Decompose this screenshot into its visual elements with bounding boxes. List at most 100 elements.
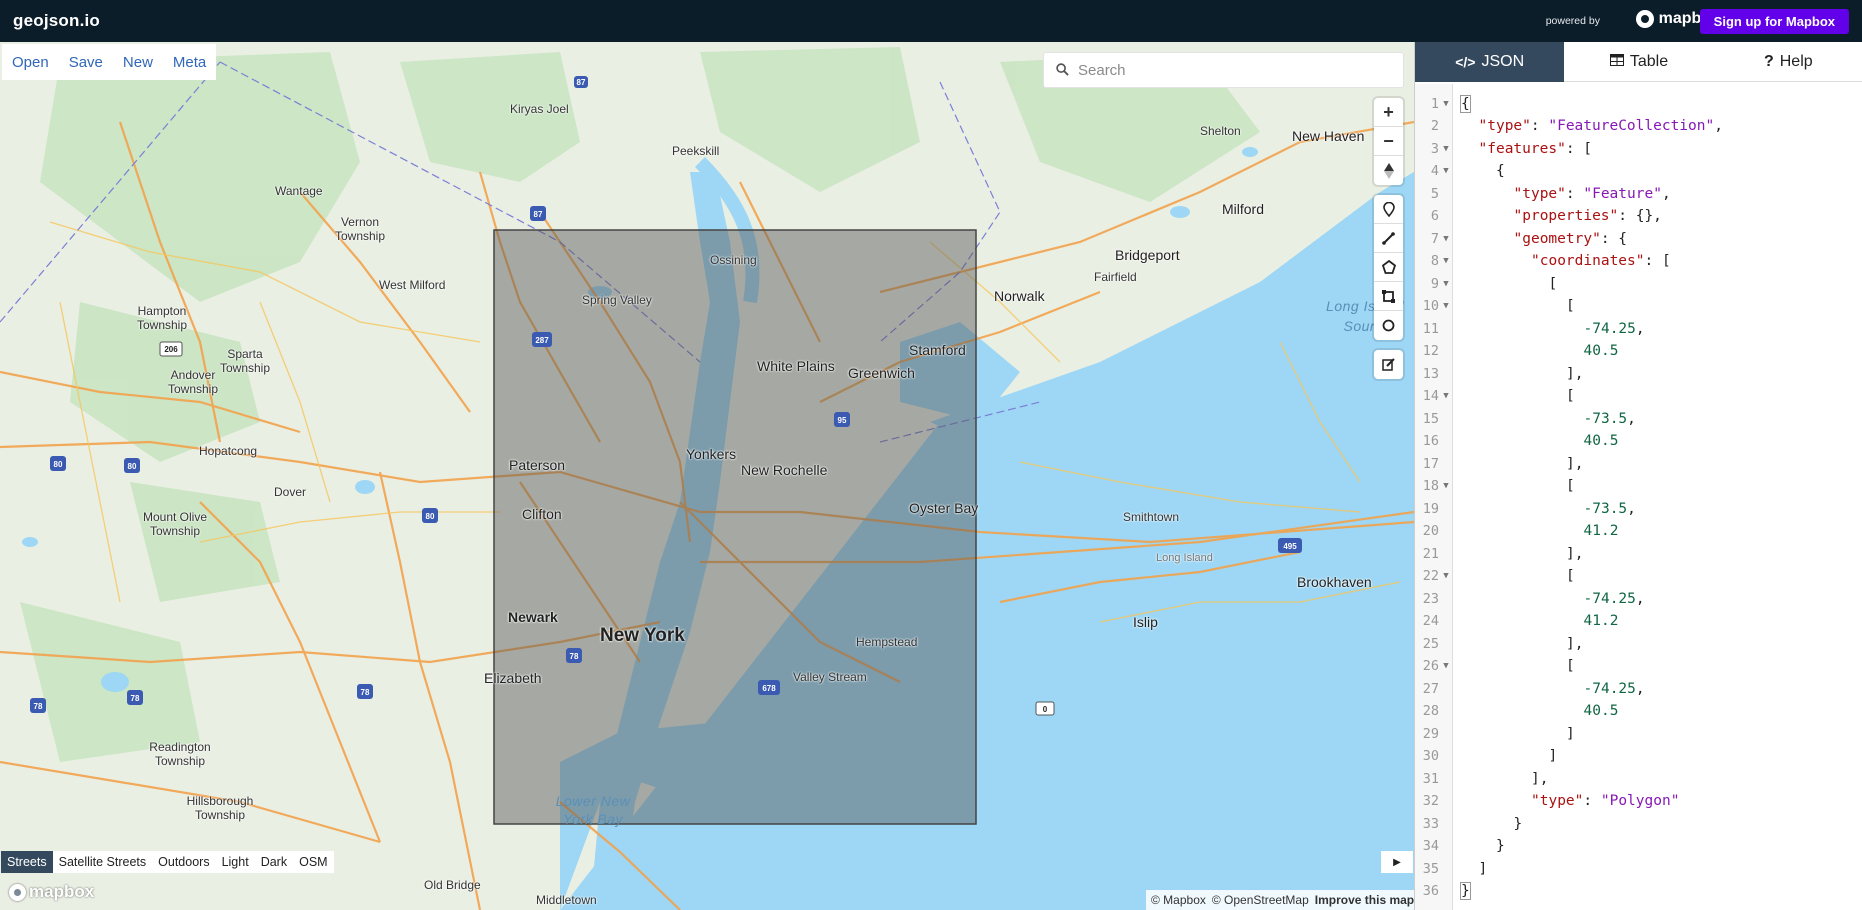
code-line[interactable]: 15 -73.5, [1415, 408, 1862, 431]
code-line[interactable]: 29] [1415, 723, 1862, 746]
code-line[interactable]: 21], [1415, 543, 1862, 566]
new-menu-item[interactable]: New [123, 54, 153, 71]
compass-icon[interactable] [1374, 156, 1403, 185]
rectangle-icon[interactable] [1374, 282, 1403, 311]
code-line[interactable]: 11 -74.25, [1415, 318, 1862, 341]
code-line[interactable]: 1 ▼ { [1415, 93, 1862, 116]
attribution-osm-link[interactable]: © OpenStreetMap [1212, 893, 1309, 907]
tab-json[interactable]: </> JSON [1415, 42, 1565, 82]
code-line[interactable]: 12 40.5 [1415, 340, 1862, 363]
fold-arrow-icon[interactable]: ▼ [1439, 234, 1453, 244]
code-line[interactable]: 36} [1415, 880, 1862, 903]
save-menu-item[interactable]: Save [69, 54, 103, 71]
fold-arrow-icon[interactable]: ▼ [1439, 571, 1453, 581]
circle-icon[interactable] [1374, 311, 1403, 340]
improve-map-link[interactable]: Improve this map [1315, 893, 1414, 907]
code-line[interactable]: 30] [1415, 745, 1862, 768]
code-token: 40.5 [1583, 343, 1619, 360]
line-number: 15 [1422, 410, 1439, 427]
code-line[interactable]: 19 -73.5, [1415, 498, 1862, 521]
code-line[interactable]: 6 "properties": {}, [1415, 205, 1862, 228]
line-number: 33 [1422, 815, 1439, 832]
fold-arrow-icon[interactable]: ▼ [1439, 279, 1453, 289]
fold-arrow-icon[interactable]: ▼ [1439, 481, 1453, 491]
attribution-mapbox-link[interactable]: © Mapbox [1151, 893, 1206, 907]
code-line[interactable]: 22 ▼ [ [1415, 565, 1862, 588]
code-line[interactable]: 20 41.2 [1415, 520, 1862, 543]
code-line[interactable]: 35] [1415, 858, 1862, 881]
place-label: Peekskill [672, 144, 720, 158]
style-light[interactable]: Light [216, 851, 255, 873]
fold-arrow-icon[interactable]: ▼ [1439, 391, 1453, 401]
code-text: [ [1453, 658, 1575, 674]
fold-arrow-icon[interactable]: ▼ [1439, 99, 1453, 109]
search-input[interactable] [1078, 58, 1388, 82]
code-line[interactable]: 24 41.2 [1415, 610, 1862, 633]
code-line[interactable]: 5 "type": "Feature", [1415, 183, 1862, 206]
code-line[interactable]: 25], [1415, 633, 1862, 656]
mapbox-logo-icon [1635, 10, 1654, 28]
style-dark[interactable]: Dark [255, 851, 293, 873]
code-text: 40.5 [1453, 343, 1619, 360]
code-text: 41.2 [1453, 523, 1619, 539]
code-line[interactable]: 27 -74.25, [1415, 678, 1862, 701]
code-token: "features" [1478, 140, 1566, 157]
json-editor[interactable]: 1 ▼{2 "type": "FeatureCollection", 3 ▼ "featu… [1415, 84, 1862, 910]
code-line[interactable]: 9 ▼ [ [1415, 273, 1862, 296]
line-number: 34 [1422, 838, 1439, 855]
code-token: "FeatureCollection" [1548, 118, 1715, 135]
code-line[interactable]: 7 ▼ "geometry": { [1415, 228, 1862, 251]
fold-arrow-icon[interactable]: ▼ [1439, 166, 1453, 176]
code-line[interactable]: 4 ▼ { [1415, 160, 1862, 183]
code-line[interactable]: 16 40.5 [1415, 430, 1862, 453]
collapse-panel-button[interactable]: ▶ [1381, 851, 1413, 873]
code-line[interactable]: 31], [1415, 768, 1862, 791]
code-token: "Polygon" [1600, 793, 1680, 810]
open-menu-item[interactable]: Open [12, 54, 49, 71]
code-text: { [1453, 163, 1505, 179]
code-line[interactable]: 28 40.5 [1415, 700, 1862, 723]
meta-menu-item[interactable]: Meta [173, 54, 206, 71]
tab-help[interactable]: ? Help [1714, 42, 1862, 82]
code-line[interactable]: 33} [1415, 813, 1862, 836]
code-token: } [1513, 815, 1523, 832]
edit-icon[interactable] [1374, 350, 1403, 379]
polygon-icon[interactable] [1374, 253, 1403, 282]
fold-arrow-icon[interactable]: ▼ [1439, 661, 1453, 671]
signup-button[interactable]: Sign up for Mapbox [1699, 9, 1849, 34]
zoom-out-icon[interactable]: − [1374, 127, 1403, 156]
style-outdoors[interactable]: Outdoors [152, 851, 215, 873]
code-line[interactable]: 8 ▼ "coordinates": [ [1415, 250, 1862, 273]
code-line[interactable]: 26 ▼ [ [1415, 655, 1862, 678]
line-icon[interactable] [1374, 224, 1403, 253]
code-token: , [1661, 185, 1671, 202]
code-line[interactable]: 10 ▼ [ [1415, 295, 1862, 318]
top-bar: geojson.io powered by mapbox Sign up for… [0, 0, 1862, 42]
tab-table[interactable]: Table [1564, 42, 1713, 82]
code-line[interactable]: 17], [1415, 453, 1862, 476]
style-satellite-streets[interactable]: Satellite Streets [53, 851, 153, 873]
code-line[interactable]: 23 -74.25, [1415, 588, 1862, 611]
fold-arrow-icon[interactable]: ▼ [1439, 256, 1453, 266]
fold-arrow-icon[interactable]: ▼ [1439, 301, 1453, 311]
code-line[interactable]: 2 "type": "FeatureCollection", [1415, 115, 1862, 138]
marker-icon[interactable] [1374, 195, 1403, 224]
code-token: : [ [1565, 140, 1593, 157]
code-line[interactable]: 18 ▼ [ [1415, 475, 1862, 498]
svg-text:78: 78 [570, 652, 579, 661]
place-label: Fairfield [1094, 270, 1137, 284]
code-line[interactable]: 13], [1415, 363, 1862, 386]
help-icon: ? [1763, 53, 1774, 70]
map-canvas[interactable]: 87 287 95 80 80 80 78 78 78 78 206 495 6… [0, 42, 1414, 910]
fold-arrow-icon[interactable]: ▼ [1439, 144, 1453, 154]
zoom-in-icon[interactable]: + [1374, 98, 1403, 127]
place-label: Dover [274, 485, 307, 499]
code-line[interactable]: 34} [1415, 835, 1862, 858]
code-line[interactable]: 32 "type": "Polygon" [1415, 790, 1862, 813]
style-osm[interactable]: OSM [293, 851, 333, 873]
style-streets[interactable]: Streets [1, 851, 53, 873]
code-token: -73.5 [1583, 410, 1628, 427]
code-line[interactable]: 3 ▼ "features": [ [1415, 138, 1862, 161]
app-title[interactable]: geojson.io [13, 11, 100, 31]
code-line[interactable]: 14 ▼ [ [1415, 385, 1862, 408]
